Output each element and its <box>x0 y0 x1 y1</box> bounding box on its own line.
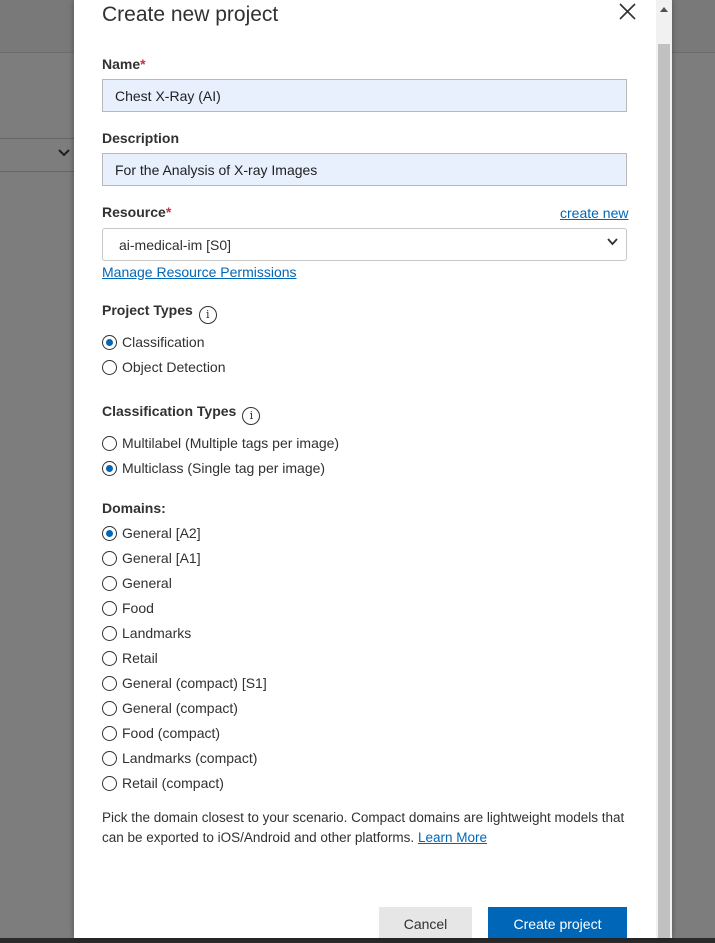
domain-option-label: Landmarks (compact) <box>122 750 258 766</box>
description-input[interactable] <box>102 153 627 186</box>
domain-option[interactable]: Landmarks <box>102 623 191 643</box>
domain-option[interactable]: Retail (compact) <box>102 773 224 793</box>
radio-unchecked-icon[interactable] <box>102 359 117 375</box>
domain-option[interactable]: Food <box>102 598 154 618</box>
taskbar-strip <box>0 938 715 943</box>
radio-unchecked-icon[interactable] <box>102 750 117 766</box>
domain-option[interactable]: General (compact) <box>102 698 238 718</box>
project-type-option[interactable]: Object Detection <box>102 357 226 377</box>
name-input[interactable] <box>102 79 627 112</box>
dialog-title: Create new project <box>102 3 279 26</box>
scrollbar[interactable] <box>656 0 672 938</box>
domain-option-label: General (compact) <box>122 700 238 716</box>
domain-option-label: Food (compact) <box>122 725 221 741</box>
domain-option-label: Landmarks <box>122 625 192 641</box>
create-new-link[interactable]: create new <box>560 205 628 221</box>
manage-permissions-link[interactable]: Manage Resource Permissions <box>102 264 297 280</box>
domain-option[interactable]: Retail <box>102 648 158 668</box>
domain-option-label: Food <box>122 600 154 616</box>
domain-option-label: General <box>122 575 172 591</box>
scrollbar-thumb[interactable] <box>658 44 670 938</box>
domain-option[interactable]: General (compact) [S1] <box>102 673 267 693</box>
classification-types-label: Classification Types i <box>102 403 261 425</box>
help-text: Pick the domain closest to your scenario… <box>102 810 625 845</box>
name-label: Name* <box>102 56 146 72</box>
project-type-option-label: Object Detection <box>122 359 226 375</box>
radio-unchecked-icon[interactable] <box>102 575 117 591</box>
resource-select-value: ai-medical-im [S0] <box>119 237 232 253</box>
chevron-down-icon <box>58 146 70 160</box>
info-icon[interactable]: i <box>242 407 261 425</box>
domain-option[interactable]: General [A2] <box>102 523 201 543</box>
classification-type-option[interactable]: Multilabel (Multiple tags per image) <box>102 433 339 453</box>
domain-option[interactable]: Landmarks (compact) <box>102 748 257 768</box>
radio-checked-icon[interactable] <box>102 460 117 476</box>
radio-unchecked-icon[interactable] <box>102 600 117 616</box>
required-marker: * <box>140 56 146 72</box>
resource-label: Resource* <box>102 204 172 220</box>
project-type-option[interactable]: Classification <box>102 332 204 352</box>
project-type-option-label: Classification <box>122 334 205 350</box>
domain-option-label: General [A2] <box>122 525 201 541</box>
radio-unchecked-icon[interactable] <box>102 625 117 641</box>
domain-option[interactable]: General <box>102 573 172 593</box>
create-project-button[interactable]: Create project <box>488 907 627 938</box>
radio-unchecked-icon[interactable] <box>102 775 117 791</box>
description-label: Description <box>102 130 180 146</box>
scroll-up-arrow-icon[interactable] <box>660 7 668 12</box>
close-icon <box>619 3 636 20</box>
cancel-button[interactable]: Cancel <box>379 907 472 938</box>
classification-type-option-label: Multilabel (Multiple tags per image) <box>122 435 340 451</box>
radio-checked-icon[interactable] <box>102 334 117 350</box>
radio-unchecked-icon[interactable] <box>102 725 117 741</box>
domain-option-label: Retail (compact) <box>122 775 224 791</box>
resource-select[interactable]: ai-medical-im [S0] <box>102 228 627 261</box>
radio-checked-icon[interactable] <box>102 525 117 541</box>
radio-unchecked-icon[interactable] <box>102 650 117 666</box>
close-button[interactable] <box>614 0 640 26</box>
domain-option[interactable]: Food (compact) <box>102 723 220 743</box>
project-types-label: Project Types i <box>102 302 217 324</box>
required-marker: * <box>165 204 172 220</box>
classification-type-option[interactable]: Multiclass (Single tag per image) <box>102 458 325 478</box>
domain-option[interactable]: General [A1] <box>102 548 201 568</box>
chevron-down-icon <box>607 237 618 249</box>
radio-unchecked-icon[interactable] <box>102 435 117 451</box>
learn-more-link[interactable]: Learn More <box>418 830 487 845</box>
radio-unchecked-icon[interactable] <box>102 675 117 691</box>
classification-type-option-label: Multiclass (Single tag per image) <box>122 460 326 476</box>
domain-option-label: General [A1] <box>122 550 201 566</box>
radio-unchecked-icon[interactable] <box>102 550 117 566</box>
create-project-dialog: Create new project Name* Description Res… <box>74 0 672 938</box>
domains-label: Domains: <box>102 500 166 516</box>
domain-option-label: General (compact) [S1] <box>122 675 267 691</box>
info-icon[interactable]: i <box>198 306 217 324</box>
domain-option-label: Retail <box>122 650 158 666</box>
radio-unchecked-icon[interactable] <box>102 700 117 716</box>
domain-help-text: Pick the domain closest to your scenario… <box>102 808 632 848</box>
